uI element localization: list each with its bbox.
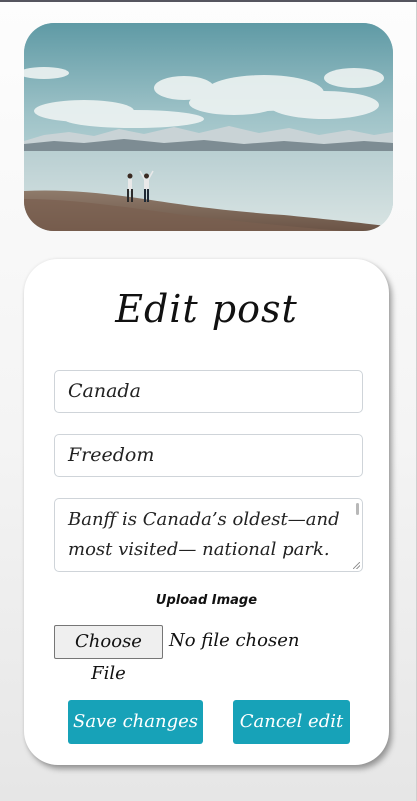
location-input[interactable]: Canada	[54, 370, 363, 413]
file-status-text: No file chosen	[169, 630, 300, 651]
resize-grip-icon[interactable]	[353, 562, 360, 569]
page-title: Edit post	[115, 287, 298, 331]
edit-post-card: Edit post Canada Freedom Banff is Canada…	[24, 259, 389, 765]
post-body-textarea[interactable]: Banff is Canada’s oldest—and most visite…	[54, 498, 363, 572]
lake-mountains-photo	[24, 23, 393, 231]
upload-image-label: Upload Image	[155, 593, 258, 608]
cancel-edit-button[interactable]: Cancel edit	[233, 700, 350, 744]
post-heading-input[interactable]: Freedom	[54, 434, 363, 477]
choose-file-button[interactable]: Choose File	[54, 625, 163, 684]
post-body-text: Banff is Canada’s oldest—and most visite…	[68, 509, 340, 571]
textarea-scrollbar[interactable]	[356, 503, 359, 515]
save-changes-button[interactable]: Save changes	[68, 700, 203, 744]
top-border	[0, 0, 417, 2]
hero-image	[24, 23, 393, 231]
